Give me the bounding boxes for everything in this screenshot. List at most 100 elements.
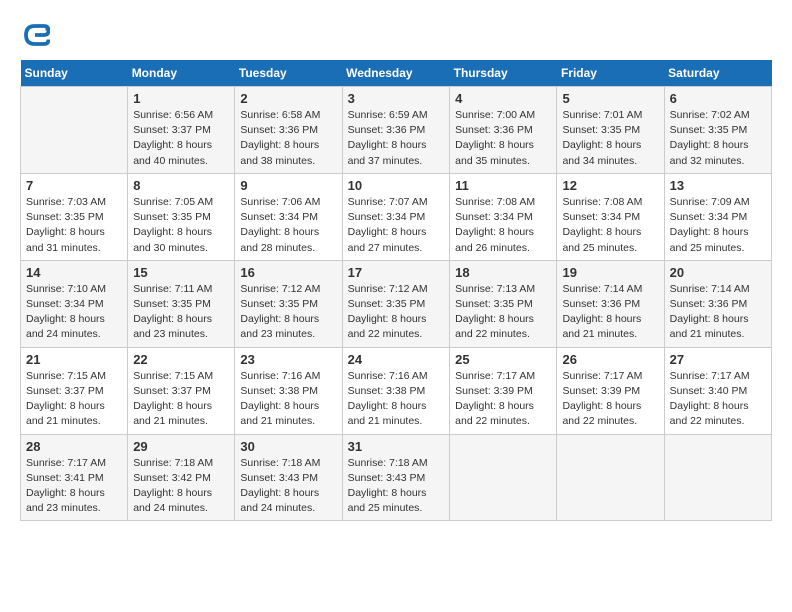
- calendar-cell: 5 Sunrise: 7:01 AMSunset: 3:35 PMDayligh…: [557, 87, 664, 174]
- day-info: Sunrise: 6:59 AMSunset: 3:36 PMDaylight:…: [348, 109, 428, 167]
- day-info: Sunrise: 7:00 AMSunset: 3:36 PMDaylight:…: [455, 109, 535, 167]
- day-info: Sunrise: 7:17 AMSunset: 3:40 PMDaylight:…: [670, 370, 750, 428]
- page-header: [20, 20, 772, 50]
- calendar-cell: 26 Sunrise: 7:17 AMSunset: 3:39 PMDaylig…: [557, 347, 664, 434]
- day-info: Sunrise: 7:05 AMSunset: 3:35 PMDaylight:…: [133, 196, 213, 254]
- calendar-cell: 29 Sunrise: 7:18 AMSunset: 3:42 PMDaylig…: [128, 434, 235, 521]
- day-number: 5: [562, 91, 658, 106]
- day-info: Sunrise: 7:08 AMSunset: 3:34 PMDaylight:…: [562, 196, 642, 254]
- day-info: Sunrise: 7:03 AMSunset: 3:35 PMDaylight:…: [26, 196, 106, 254]
- week-row-1: 1 Sunrise: 6:56 AMSunset: 3:37 PMDayligh…: [21, 87, 772, 174]
- logo-icon: [20, 20, 50, 50]
- calendar-cell: 13 Sunrise: 7:09 AMSunset: 3:34 PMDaylig…: [664, 173, 771, 260]
- day-info: Sunrise: 7:17 AMSunset: 3:39 PMDaylight:…: [562, 370, 642, 428]
- day-number: 17: [348, 265, 445, 280]
- day-info: Sunrise: 7:16 AMSunset: 3:38 PMDaylight:…: [240, 370, 320, 428]
- day-number: 31: [348, 439, 445, 454]
- calendar-cell: 4 Sunrise: 7:00 AMSunset: 3:36 PMDayligh…: [450, 87, 557, 174]
- day-number: 13: [670, 178, 766, 193]
- calendar-cell: 8 Sunrise: 7:05 AMSunset: 3:35 PMDayligh…: [128, 173, 235, 260]
- logo: [20, 20, 54, 50]
- calendar-cell: 16 Sunrise: 7:12 AMSunset: 3:35 PMDaylig…: [235, 260, 342, 347]
- calendar-cell: 2 Sunrise: 6:58 AMSunset: 3:36 PMDayligh…: [235, 87, 342, 174]
- day-number: 21: [26, 352, 122, 367]
- day-number: 16: [240, 265, 336, 280]
- day-number: 2: [240, 91, 336, 106]
- day-number: 3: [348, 91, 445, 106]
- week-row-4: 21 Sunrise: 7:15 AMSunset: 3:37 PMDaylig…: [21, 347, 772, 434]
- calendar-cell: 17 Sunrise: 7:12 AMSunset: 3:35 PMDaylig…: [342, 260, 450, 347]
- calendar-cell: 27 Sunrise: 7:17 AMSunset: 3:40 PMDaylig…: [664, 347, 771, 434]
- day-number: 18: [455, 265, 551, 280]
- day-info: Sunrise: 7:18 AMSunset: 3:42 PMDaylight:…: [133, 457, 213, 515]
- day-number: 14: [26, 265, 122, 280]
- day-info: Sunrise: 7:12 AMSunset: 3:35 PMDaylight:…: [348, 283, 428, 341]
- day-number: 15: [133, 265, 229, 280]
- calendar-cell: 6 Sunrise: 7:02 AMSunset: 3:35 PMDayligh…: [664, 87, 771, 174]
- weekday-header-tuesday: Tuesday: [235, 60, 342, 87]
- calendar-cell: [21, 87, 128, 174]
- day-info: Sunrise: 7:11 AMSunset: 3:35 PMDaylight:…: [133, 283, 212, 341]
- calendar-cell: [557, 434, 664, 521]
- day-number: 30: [240, 439, 336, 454]
- day-number: 24: [348, 352, 445, 367]
- weekday-header-monday: Monday: [128, 60, 235, 87]
- day-number: 7: [26, 178, 122, 193]
- calendar-cell: 19 Sunrise: 7:14 AMSunset: 3:36 PMDaylig…: [557, 260, 664, 347]
- day-number: 29: [133, 439, 229, 454]
- day-info: Sunrise: 7:18 AMSunset: 3:43 PMDaylight:…: [240, 457, 320, 515]
- day-number: 11: [455, 178, 551, 193]
- day-info: Sunrise: 6:56 AMSunset: 3:37 PMDaylight:…: [133, 109, 213, 167]
- calendar-table: SundayMondayTuesdayWednesdayThursdayFrid…: [20, 60, 772, 521]
- calendar-cell: [450, 434, 557, 521]
- day-info: Sunrise: 7:10 AMSunset: 3:34 PMDaylight:…: [26, 283, 106, 341]
- day-info: Sunrise: 7:18 AMSunset: 3:43 PMDaylight:…: [348, 457, 428, 515]
- weekday-header-friday: Friday: [557, 60, 664, 87]
- day-info: Sunrise: 7:16 AMSunset: 3:38 PMDaylight:…: [348, 370, 428, 428]
- weekday-header-saturday: Saturday: [664, 60, 771, 87]
- day-info: Sunrise: 7:17 AMSunset: 3:39 PMDaylight:…: [455, 370, 535, 428]
- calendar-cell: 7 Sunrise: 7:03 AMSunset: 3:35 PMDayligh…: [21, 173, 128, 260]
- calendar-cell: 10 Sunrise: 7:07 AMSunset: 3:34 PMDaylig…: [342, 173, 450, 260]
- day-info: Sunrise: 7:01 AMSunset: 3:35 PMDaylight:…: [562, 109, 642, 167]
- calendar-cell: 22 Sunrise: 7:15 AMSunset: 3:37 PMDaylig…: [128, 347, 235, 434]
- calendar-cell: 25 Sunrise: 7:17 AMSunset: 3:39 PMDaylig…: [450, 347, 557, 434]
- day-info: Sunrise: 7:17 AMSunset: 3:41 PMDaylight:…: [26, 457, 106, 515]
- day-number: 12: [562, 178, 658, 193]
- day-info: Sunrise: 7:08 AMSunset: 3:34 PMDaylight:…: [455, 196, 535, 254]
- calendar-cell: 20 Sunrise: 7:14 AMSunset: 3:36 PMDaylig…: [664, 260, 771, 347]
- day-number: 22: [133, 352, 229, 367]
- calendar-cell: 21 Sunrise: 7:15 AMSunset: 3:37 PMDaylig…: [21, 347, 128, 434]
- day-info: Sunrise: 7:07 AMSunset: 3:34 PMDaylight:…: [348, 196, 428, 254]
- day-info: Sunrise: 7:12 AMSunset: 3:35 PMDaylight:…: [240, 283, 320, 341]
- weekday-header-row: SundayMondayTuesdayWednesdayThursdayFrid…: [21, 60, 772, 87]
- weekday-header-thursday: Thursday: [450, 60, 557, 87]
- day-number: 23: [240, 352, 336, 367]
- day-number: 27: [670, 352, 766, 367]
- calendar-cell: 11 Sunrise: 7:08 AMSunset: 3:34 PMDaylig…: [450, 173, 557, 260]
- week-row-2: 7 Sunrise: 7:03 AMSunset: 3:35 PMDayligh…: [21, 173, 772, 260]
- day-info: Sunrise: 7:06 AMSunset: 3:34 PMDaylight:…: [240, 196, 320, 254]
- day-number: 26: [562, 352, 658, 367]
- week-row-3: 14 Sunrise: 7:10 AMSunset: 3:34 PMDaylig…: [21, 260, 772, 347]
- calendar-cell: [664, 434, 771, 521]
- calendar-cell: 30 Sunrise: 7:18 AMSunset: 3:43 PMDaylig…: [235, 434, 342, 521]
- calendar-cell: 3 Sunrise: 6:59 AMSunset: 3:36 PMDayligh…: [342, 87, 450, 174]
- day-info: Sunrise: 6:58 AMSunset: 3:36 PMDaylight:…: [240, 109, 320, 167]
- calendar-cell: 28 Sunrise: 7:17 AMSunset: 3:41 PMDaylig…: [21, 434, 128, 521]
- week-row-5: 28 Sunrise: 7:17 AMSunset: 3:41 PMDaylig…: [21, 434, 772, 521]
- weekday-header-sunday: Sunday: [21, 60, 128, 87]
- day-info: Sunrise: 7:13 AMSunset: 3:35 PMDaylight:…: [455, 283, 535, 341]
- day-number: 28: [26, 439, 122, 454]
- day-info: Sunrise: 7:14 AMSunset: 3:36 PMDaylight:…: [562, 283, 642, 341]
- day-number: 8: [133, 178, 229, 193]
- day-number: 9: [240, 178, 336, 193]
- calendar-cell: 9 Sunrise: 7:06 AMSunset: 3:34 PMDayligh…: [235, 173, 342, 260]
- calendar-cell: 18 Sunrise: 7:13 AMSunset: 3:35 PMDaylig…: [450, 260, 557, 347]
- day-number: 25: [455, 352, 551, 367]
- calendar-cell: 12 Sunrise: 7:08 AMSunset: 3:34 PMDaylig…: [557, 173, 664, 260]
- day-number: 10: [348, 178, 445, 193]
- day-info: Sunrise: 7:02 AMSunset: 3:35 PMDaylight:…: [670, 109, 750, 167]
- day-number: 20: [670, 265, 766, 280]
- calendar-cell: 24 Sunrise: 7:16 AMSunset: 3:38 PMDaylig…: [342, 347, 450, 434]
